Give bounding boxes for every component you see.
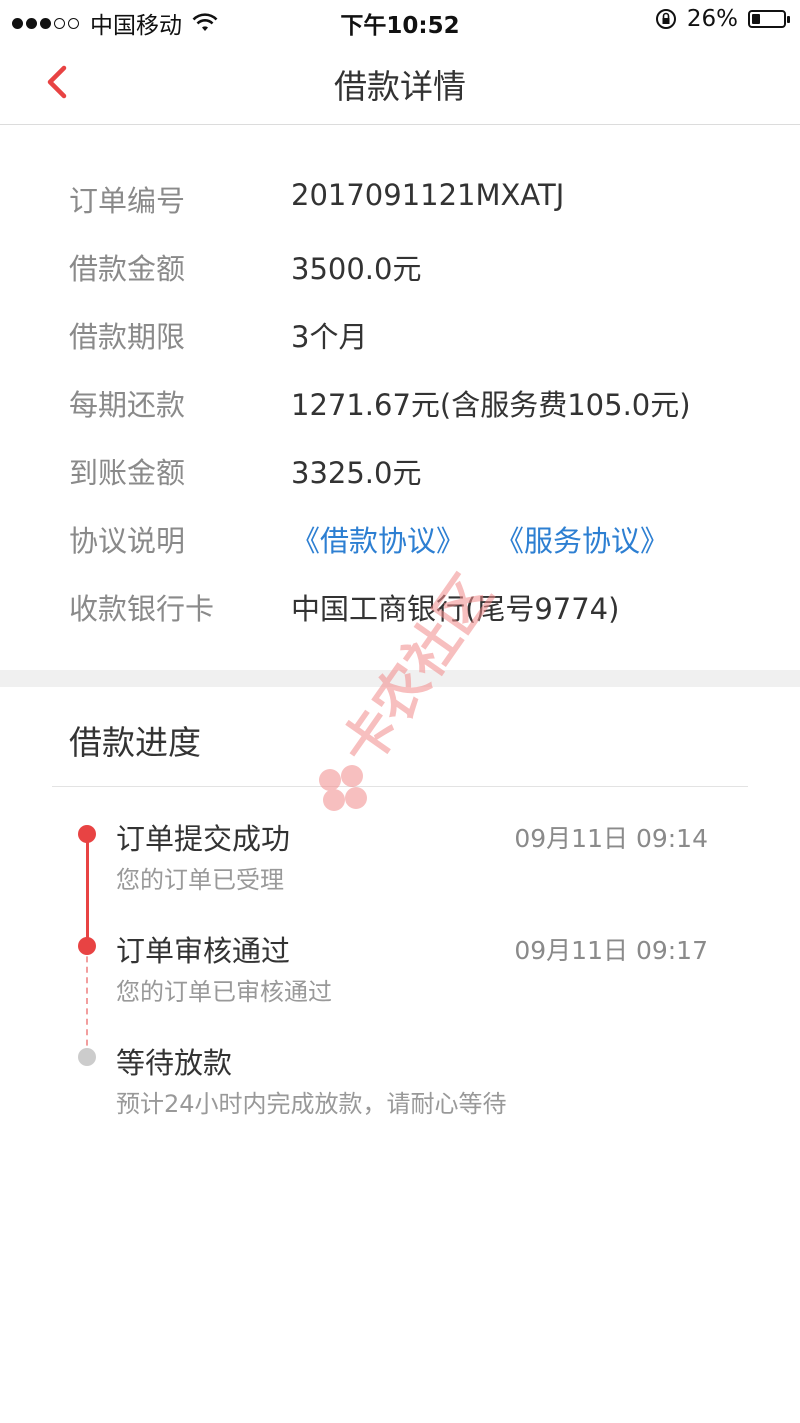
timeline-dot-done — [78, 825, 96, 843]
step-subtitle: 预计24小时内完成放款，请耐心等待 — [116, 1090, 507, 1118]
detail-label: 收款银行卡 — [69, 592, 215, 626]
navigation-bar: 借款详情 — [0, 40, 800, 125]
timeline-dot-pending — [78, 1048, 96, 1066]
detail-row-loan-term: 借款期限 3个月 — [0, 302, 800, 362]
timeline-connector-done — [86, 834, 89, 946]
detail-value: 2017091121MXATJ — [291, 178, 565, 212]
detail-label: 到账金额 — [69, 456, 186, 490]
detail-label: 每期还款 — [69, 388, 186, 422]
battery-level — [752, 14, 760, 24]
status-bar: 中国移动 下午10:52 26% — [0, 0, 800, 40]
detail-row-loan-amount: 借款金额 3500.0元 — [0, 234, 800, 294]
page-title: 借款详情 — [334, 67, 466, 106]
detail-label: 订单编号 — [69, 184, 186, 218]
step-title: 订单审核通过 — [116, 934, 291, 968]
loan-detail-screen: 中国移动 下午10:52 26% 借款详情 订单编号 2017091121MXA… — [0, 0, 800, 1423]
section-divider — [0, 670, 800, 687]
detail-value: 3325.0元 — [291, 456, 422, 490]
step-time: 09月11日 09:14 — [514, 824, 708, 853]
timeline-connector-pending — [86, 946, 88, 1056]
detail-label: 借款期限 — [69, 320, 186, 354]
rotation-lock-icon — [655, 9, 676, 29]
step-title: 订单提交成功 — [116, 822, 291, 856]
detail-row-agreements: 协议说明 《借款协议》 《服务协议》 — [0, 506, 800, 566]
detail-row-received-amount: 到账金额 3325.0元 — [0, 438, 800, 498]
battery-icon — [748, 10, 790, 28]
loan-agreement-link[interactable]: 《借款协议》 — [291, 518, 465, 560]
step-title: 等待放款 — [116, 1046, 233, 1080]
detail-value: 3个月 — [291, 320, 368, 354]
step-subtitle: 您的订单已审核通过 — [116, 978, 332, 1006]
detail-row-installment: 每期还款 1271.67元(含服务费105.0元) — [0, 370, 800, 430]
detail-label: 协议说明 — [69, 524, 186, 558]
progress-section-title: 借款进度 — [69, 723, 201, 762]
step-subtitle: 您的订单已受理 — [116, 866, 284, 894]
detail-value: 中国工商银行(尾号9774) — [291, 592, 620, 626]
status-right: 26% — [655, 6, 790, 32]
detail-value: 1271.67元(含服务费105.0元) — [291, 388, 691, 422]
battery-percent: 26% — [686, 6, 738, 32]
detail-value: 3500.0元 — [291, 252, 422, 286]
detail-row-bank-card: 收款银行卡 中国工商银行(尾号9774) — [0, 574, 800, 634]
step-time: 09月11日 09:17 — [514, 936, 708, 965]
timeline-dot-done — [78, 937, 96, 955]
detail-row-order-number: 订单编号 2017091121MXATJ — [0, 166, 800, 226]
detail-label: 借款金额 — [69, 252, 186, 286]
divider — [52, 786, 748, 787]
service-agreement-link[interactable]: 《服务协议》 — [495, 518, 669, 560]
